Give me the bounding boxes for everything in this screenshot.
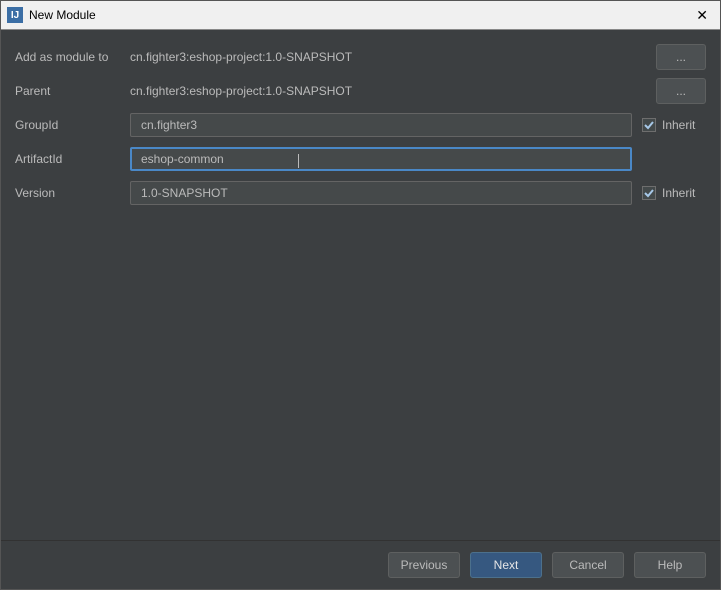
new-module-dialog: IJ New Module ✕ Add as module to cn.figh… [0,0,721,590]
group-id-inherit[interactable]: Inherit [642,118,706,132]
inherit-label: Inherit [662,186,695,200]
label-group-id: GroupId [15,118,130,132]
close-icon[interactable]: ✕ [690,7,714,24]
browse-parent-button[interactable]: ... [656,78,706,104]
previous-button[interactable]: Previous [388,552,460,578]
help-button[interactable]: Help [634,552,706,578]
dialog-content: Add as module to cn.fighter3:eshop-proje… [1,30,720,540]
title-bar: IJ New Module ✕ [1,1,720,30]
row-add-as-module-to: Add as module to cn.fighter3:eshop-proje… [15,44,706,70]
artifact-id-input[interactable] [139,151,298,167]
cancel-button[interactable]: Cancel [552,552,624,578]
artifact-id-field-wrapper[interactable] [130,147,632,171]
window-title: New Module [29,8,96,22]
group-id-field-wrapper[interactable] [130,113,632,137]
next-button[interactable]: Next [470,552,542,578]
value-parent: cn.fighter3:eshop-project:1.0-SNAPSHOT [130,84,352,98]
row-version: Version Inherit [15,180,706,206]
label-artifact-id: ArtifactId [15,152,130,166]
version-input[interactable] [139,185,623,201]
label-add-as-module-to: Add as module to [15,50,130,64]
version-field-wrapper[interactable] [130,181,632,205]
row-group-id: GroupId Inherit [15,112,706,138]
inherit-label: Inherit [662,118,695,132]
value-add-as-module-to: cn.fighter3:eshop-project:1.0-SNAPSHOT [130,50,352,64]
row-artifact-id: ArtifactId Inherit [15,146,706,172]
intellij-icon: IJ [7,7,23,23]
dialog-footer: Previous Next Cancel Help [1,540,720,589]
label-version: Version [15,186,130,200]
checkbox-checked-icon[interactable] [642,186,656,200]
browse-add-as-module-to-button[interactable]: ... [656,44,706,70]
version-inherit[interactable]: Inherit [642,186,706,200]
label-parent: Parent [15,84,130,98]
checkbox-checked-icon[interactable] [642,118,656,132]
row-parent: Parent cn.fighter3:eshop-project:1.0-SNA… [15,78,706,104]
group-id-input[interactable] [139,117,623,133]
